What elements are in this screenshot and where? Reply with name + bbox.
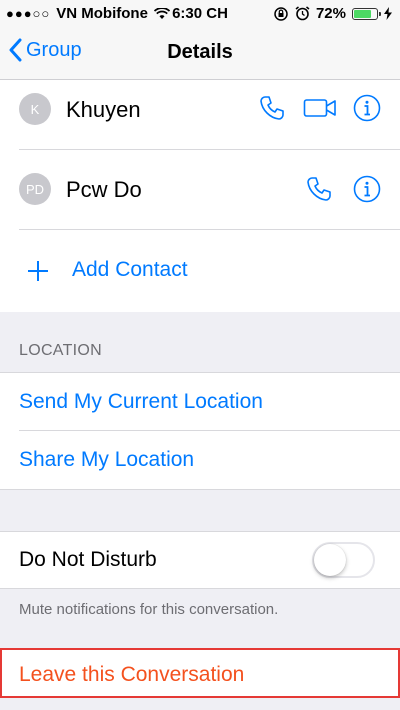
alarm-icon — [295, 6, 310, 21]
do-not-disturb-toggle[interactable] — [312, 542, 375, 578]
orientation-lock-icon — [274, 6, 288, 21]
toggle-knob — [314, 544, 346, 576]
leave-conversation-label: Leave this Conversation — [19, 663, 245, 686]
contact-row[interactable]: K Khuyen — [0, 80, 400, 150]
divider — [0, 588, 400, 589]
contact-row[interactable]: PD Pcw Do — [0, 150, 400, 230]
do-not-disturb-row: Do Not Disturb — [0, 532, 400, 588]
status-bar: ●●●○○ VN Mobifone 6:30 CH 72% — [0, 0, 400, 28]
contacts-section: K Khuyen PD Pcw Do Add Contact — [0, 80, 400, 312]
status-right: 72% — [273, 5, 392, 22]
plus-icon — [28, 261, 48, 281]
phone-icon[interactable] — [305, 175, 333, 203]
contact-name: Pcw Do — [66, 177, 142, 202]
do-not-disturb-label: Do Not Disturb — [19, 548, 157, 571]
avatar: PD — [19, 173, 51, 205]
divider — [0, 489, 400, 490]
leave-conversation-button[interactable]: Leave this Conversation — [0, 648, 400, 698]
battery-icon — [352, 7, 381, 20]
send-current-location-button[interactable]: Send My Current Location — [19, 390, 263, 414]
location-section: Send My Current Location Share My Locati… — [0, 373, 400, 489]
contact-name: Khuyen — [66, 97, 141, 122]
battery-percent: 72% — [315, 5, 346, 22]
add-contact-label: Add Contact — [72, 258, 188, 281]
video-camera-icon[interactable] — [303, 96, 337, 120]
divider — [19, 430, 400, 431]
share-location-button[interactable]: Share My Location — [19, 448, 194, 472]
do-not-disturb-note: Mute notifications for this conversation… — [19, 601, 279, 618]
section-header-location: LOCATION — [19, 342, 103, 359]
avatar: K — [19, 93, 51, 125]
info-icon[interactable] — [353, 94, 381, 122]
phone-icon[interactable] — [258, 94, 286, 122]
info-icon[interactable] — [353, 175, 381, 203]
add-contact-button[interactable]: Add Contact — [0, 230, 400, 312]
navigation-bar: Group Details — [0, 28, 400, 80]
charging-icon — [384, 7, 392, 20]
page-title: Details — [167, 41, 233, 63]
